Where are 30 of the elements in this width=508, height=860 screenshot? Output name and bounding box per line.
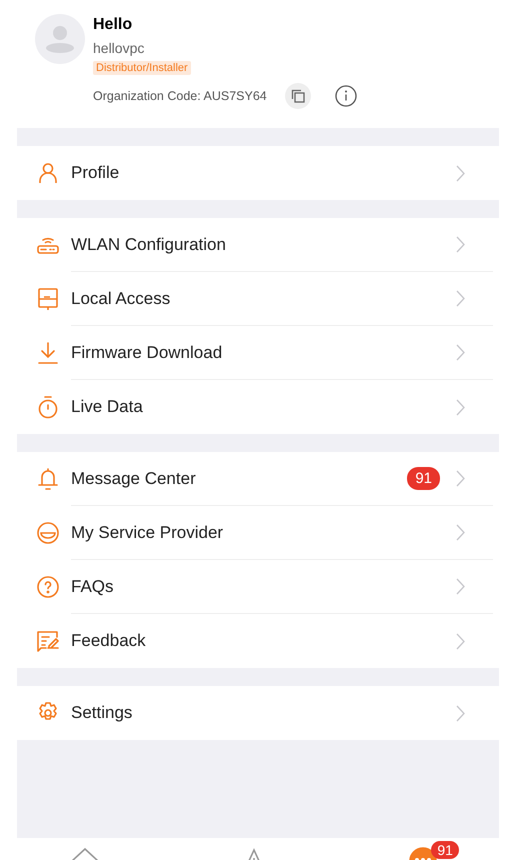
feedback-icon [36,629,60,653]
tab[interactable]: 91 [338,838,508,860]
person-icon [36,161,60,185]
bell-icon [36,467,60,491]
smile-icon [36,521,60,545]
username: hellovpc [93,40,144,56]
avatar-icon [35,14,85,64]
organization-code: Organization Code: AUS7SY64 [93,89,267,103]
timer-icon [36,395,60,419]
info-button[interactable] [334,85,357,107]
chevron-icon [456,524,465,541]
chevron-icon [456,164,465,182]
chevron-icon [456,398,465,416]
chevron-icon [456,236,465,253]
copy-icon [290,89,305,103]
help-icon [36,575,60,599]
chevron-icon [456,344,465,361]
download-icon [36,341,60,365]
chevron-icon [456,578,465,595]
device-icon [36,287,60,311]
chevron-icon [456,470,465,487]
chevron-icon [456,290,465,307]
unread-badge: 91 [407,467,440,490]
copy-button[interactable] [284,83,311,109]
chevron-icon [456,632,465,650]
user-name: Hello [93,16,132,34]
role-tag: Distributor/Installer [93,61,191,75]
chevron-icon [456,704,465,722]
unread-badge: 91 [431,841,459,859]
info-icon [334,85,357,107]
